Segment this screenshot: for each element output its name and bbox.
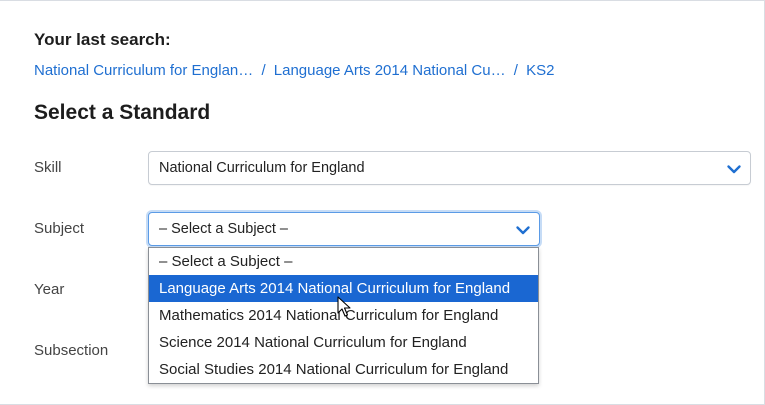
breadcrumb-item-subject[interactable]: Language Arts 2014 National Cu… (274, 62, 506, 79)
page-title: Select a Standard (34, 101, 211, 124)
last-search-title: Your last search: (34, 30, 171, 49)
mouse-pointer-icon (337, 296, 351, 317)
chevron-down-icon (727, 165, 741, 174)
breadcrumb-separator: / (261, 62, 266, 79)
year-label: Year (34, 281, 65, 298)
subject-select[interactable]: – Select a Subject – (148, 212, 540, 246)
subject-label: Subject (34, 220, 85, 237)
chevron-down-icon (516, 226, 530, 235)
breadcrumb-item-skill[interactable]: National Curriculum for Englan… (34, 62, 253, 79)
subject-option[interactable]: Social Studies 2014 National Curriculum … (149, 356, 538, 383)
subject-select-value: – Select a Subject – (159, 221, 288, 237)
breadcrumb-separator: / (513, 62, 518, 79)
subject-option[interactable]: Science 2014 National Curriculum for Eng… (149, 329, 538, 356)
subject-option[interactable]: – Select a Subject – (149, 248, 538, 275)
standard-selector-panel: Your last search: National Curriculum fo… (0, 0, 765, 405)
skill-label: Skill (34, 159, 62, 176)
skill-select-value: National Curriculum for England (159, 160, 365, 176)
breadcrumb: National Curriculum for Englan… / Langua… (34, 62, 554, 79)
skill-select[interactable]: National Curriculum for England (148, 151, 751, 185)
breadcrumb-item-year[interactable]: KS2 (526, 62, 554, 79)
subsection-label: Subsection (34, 342, 109, 359)
